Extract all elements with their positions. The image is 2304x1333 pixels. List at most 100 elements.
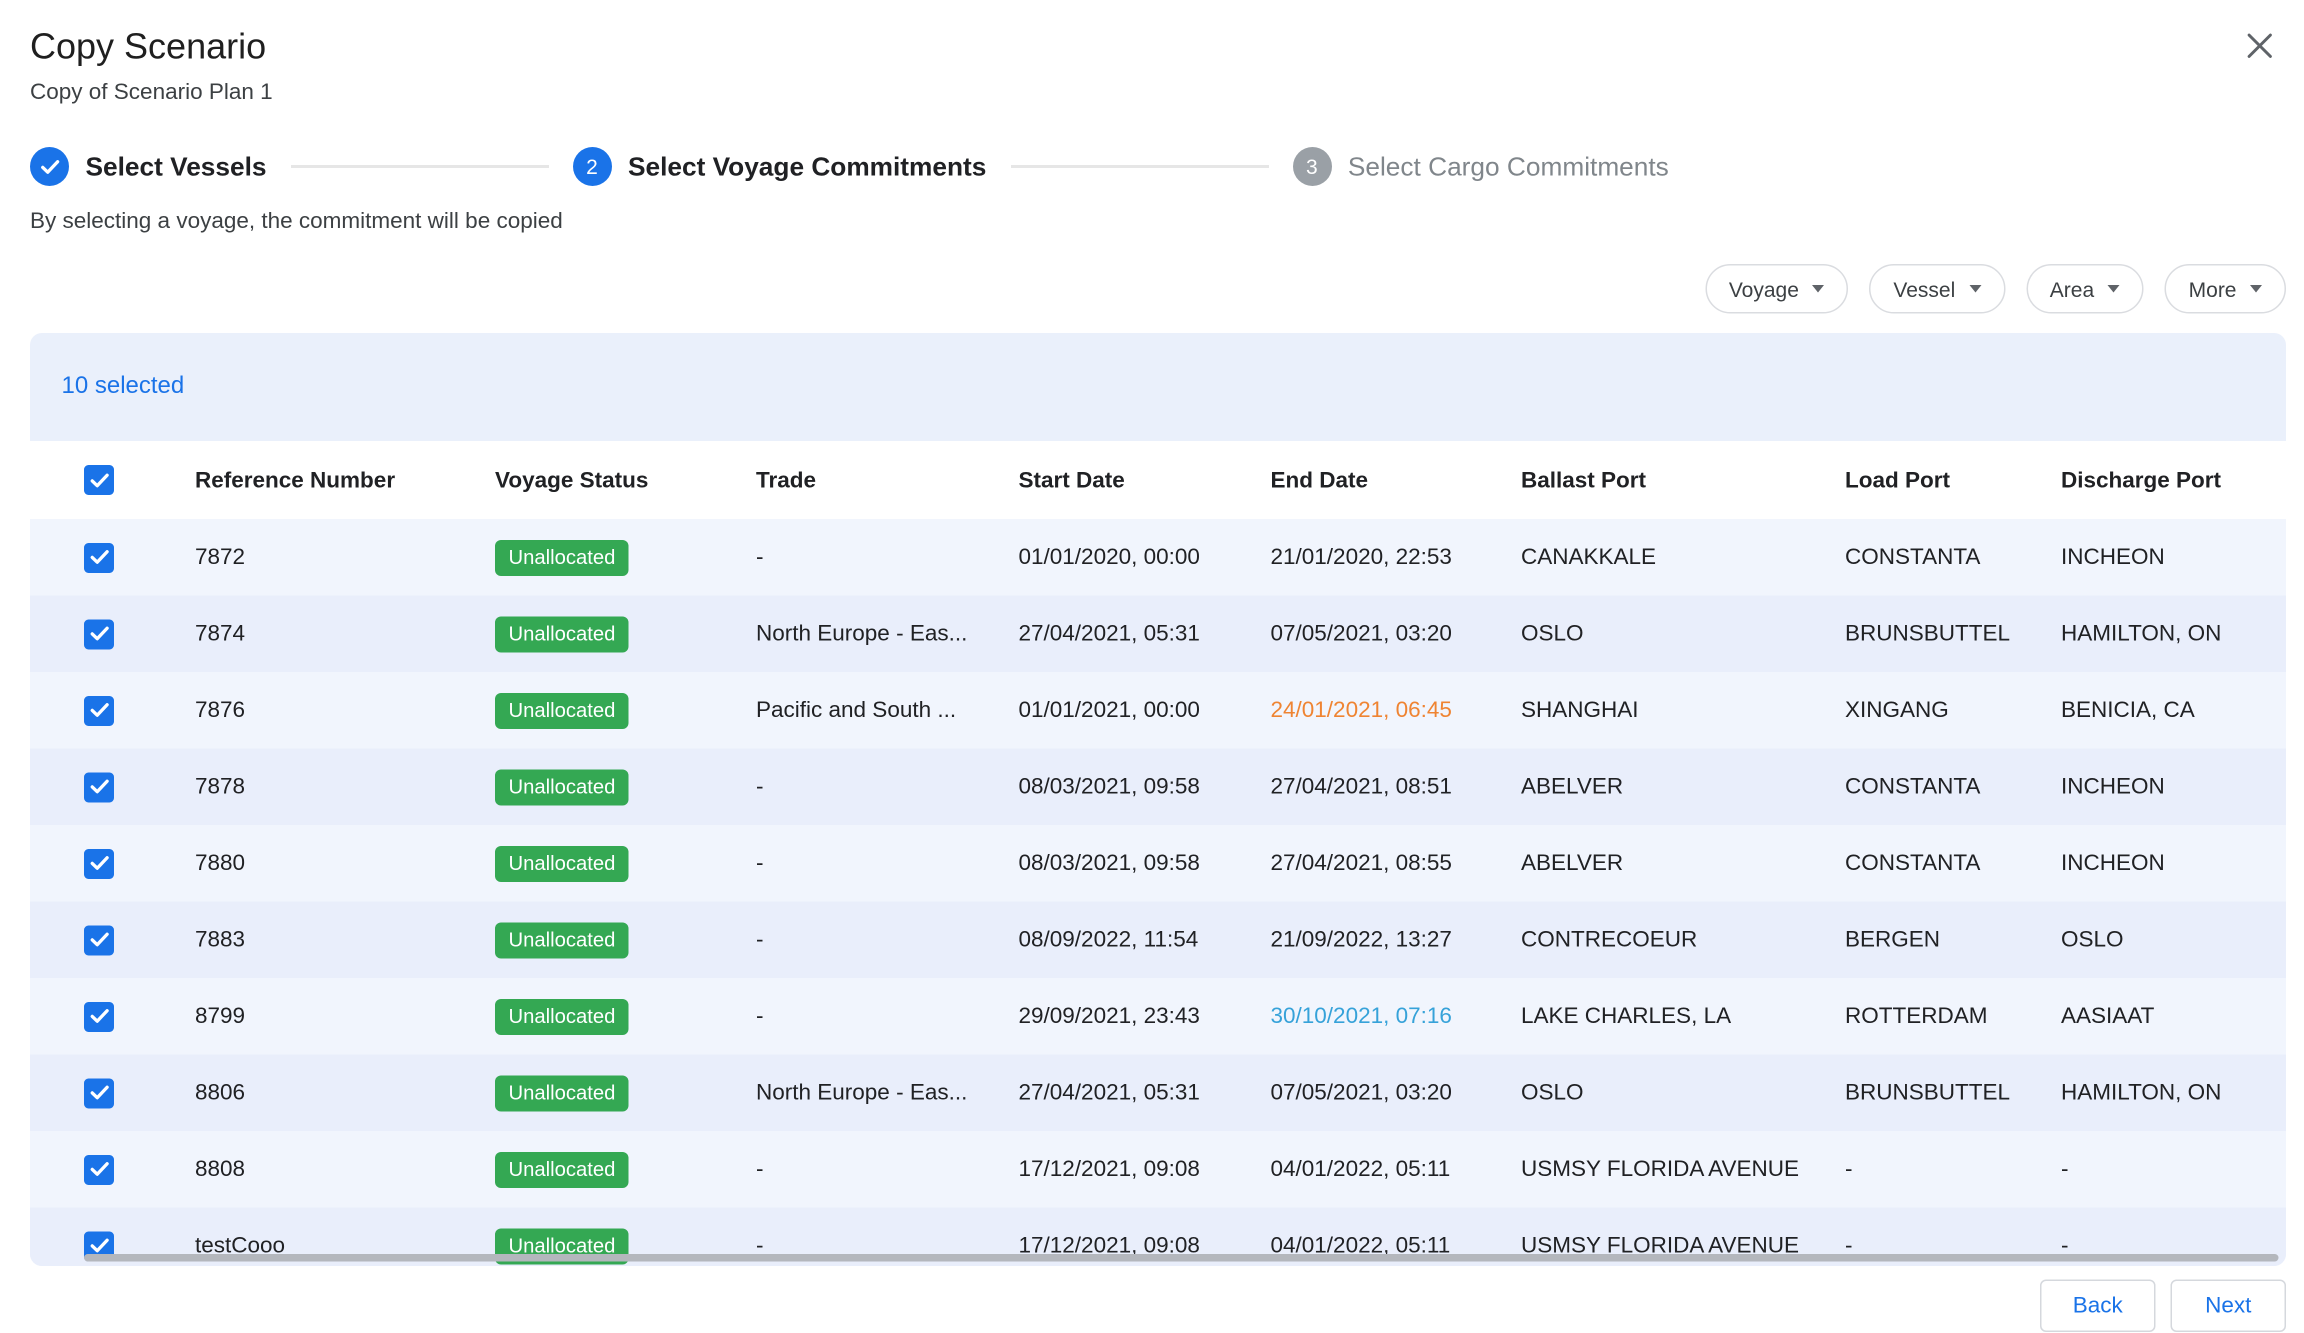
cell-reference-number: 7874 (195, 621, 495, 647)
cell-load-port: BRUNSBUTTEL (1845, 621, 2061, 647)
filter-vessel-button[interactable]: Vessel (1869, 264, 2004, 314)
step-select-voyage-commitments[interactable]: 2 Select Voyage Commitments (572, 147, 986, 186)
step-select-cargo-commitments[interactable]: 3 Select Cargo Commitments (1292, 147, 1668, 186)
filter-more-button[interactable]: More (2165, 264, 2286, 314)
filter-area-label: Area (2050, 277, 2094, 301)
column-header-discharge-port: Discharge Port (2061, 467, 2286, 493)
table-header-row: Reference Number Voyage Status Trade Sta… (30, 441, 2286, 519)
filter-more-label: More (2189, 277, 2237, 301)
filter-voyage-button[interactable]: Voyage (1705, 264, 1849, 314)
table-row[interactable]: 7876 Unallocated Pacific and South ... 0… (30, 672, 2286, 749)
status-badge: Unallocated (495, 998, 629, 1034)
cell-ballast-port: CANAKKALE (1521, 545, 1845, 571)
cell-ballast-port: ABELVER (1521, 851, 1845, 877)
chevron-down-icon (1812, 285, 1824, 293)
table-row[interactable]: 8808 Unallocated - 17/12/2021, 09:08 04/… (30, 1131, 2286, 1208)
step-select-vessels[interactable]: Select Vessels (30, 147, 266, 186)
column-header-ballast-port: Ballast Port (1521, 467, 1845, 493)
cell-end-date: 21/09/2022, 13:27 (1271, 927, 1522, 953)
row-checkbox[interactable] (84, 619, 114, 649)
cell-ballast-port: USMSY FLORIDA AVENUE (1521, 1157, 1845, 1183)
table-row[interactable]: 7880 Unallocated - 08/03/2021, 09:58 27/… (30, 825, 2286, 902)
row-checkbox[interactable] (84, 542, 114, 572)
column-header-load-port: Load Port (1845, 467, 2061, 493)
cell-trade: - (756, 1004, 1019, 1030)
selected-count: 10 selected (62, 374, 185, 401)
cell-end-date: 07/05/2021, 03:20 (1271, 1080, 1522, 1106)
cell-discharge-port: BENICIA, CA (2061, 698, 2286, 724)
status-badge: Unallocated (495, 539, 629, 575)
cell-trade: Pacific and South ... (756, 698, 1019, 724)
checkbox-check-icon (89, 932, 109, 949)
cell-ballast-port: SHANGHAI (1521, 698, 1845, 724)
cell-voyage-status: Unallocated (495, 998, 756, 1034)
cell-start-date: 17/12/2021, 09:08 (1019, 1157, 1271, 1183)
status-badge: Unallocated (495, 692, 629, 728)
cell-voyage-status: Unallocated (495, 922, 756, 958)
row-checkbox[interactable] (84, 695, 114, 725)
cell-voyage-status: Unallocated (495, 845, 756, 881)
select-all-checkbox[interactable] (84, 465, 114, 495)
checkbox-check-icon (89, 549, 109, 566)
horizontal-scrollbar[interactable] (84, 1254, 2279, 1262)
cell-trade: - (756, 927, 1019, 953)
filter-area-button[interactable]: Area (2026, 264, 2144, 314)
cell-voyage-status: Unallocated (495, 769, 756, 805)
table-row[interactable]: 7883 Unallocated - 08/09/2022, 11:54 21/… (30, 902, 2286, 979)
column-header-voyage-status: Voyage Status (495, 467, 756, 493)
cell-load-port: CONSTANTA (1845, 851, 2061, 877)
cell-voyage-status: Unallocated (495, 1075, 756, 1111)
cell-end-date: 27/04/2021, 08:51 (1271, 774, 1522, 800)
table-row[interactable]: 7872 Unallocated - 01/01/2020, 00:00 21/… (30, 519, 2286, 596)
row-checkbox[interactable] (84, 772, 114, 802)
checkbox-check-icon (89, 1085, 109, 1102)
step-label-select-vessels: Select Vessels (86, 151, 267, 183)
next-button[interactable]: Next (2171, 1280, 2287, 1333)
step-circle-3: 3 (1292, 147, 1331, 186)
checkbox-check-icon (89, 1161, 109, 1178)
stepper: Select Vessels 2 Select Voyage Commitmen… (0, 147, 2304, 186)
checkbox-check-icon (89, 702, 109, 719)
filter-vessel-label: Vessel (1893, 277, 1955, 301)
cell-voyage-status: Unallocated (495, 616, 756, 652)
cell-discharge-port: INCHEON (2061, 545, 2286, 571)
cell-reference-number: 7880 (195, 851, 495, 877)
step-connector (290, 165, 548, 168)
checkbox-check-icon (89, 626, 109, 643)
row-checkbox[interactable] (84, 1154, 114, 1184)
cell-end-date: 30/10/2021, 07:16 (1271, 1004, 1522, 1030)
cell-discharge-port: AASIAAT (2061, 1004, 2286, 1030)
checkbox-check-icon (89, 855, 109, 872)
step-description: By selecting a voyage, the commitment wi… (0, 209, 2304, 235)
status-badge: Unallocated (495, 922, 629, 958)
step-label-select-voyage-commitments: Select Voyage Commitments (628, 151, 986, 183)
cell-end-date: 04/01/2022, 05:11 (1271, 1157, 1522, 1183)
checkbox-check-icon (89, 1238, 109, 1255)
row-checkbox[interactable] (84, 925, 114, 955)
table-row[interactable]: 8799 Unallocated - 29/09/2021, 23:43 30/… (30, 978, 2286, 1055)
column-header-trade: Trade (756, 467, 1019, 493)
cell-reference-number: 7876 (195, 698, 495, 724)
close-icon (2245, 31, 2274, 60)
cell-load-port: ROTTERDAM (1845, 1004, 2061, 1030)
table-body: 7872 Unallocated - 01/01/2020, 00:00 21/… (30, 519, 2286, 1266)
close-button[interactable] (2238, 24, 2280, 66)
dialog-header: Copy Scenario Copy of Scenario Plan 1 (0, 0, 2304, 107)
dialog-title: Copy Scenario (30, 27, 2274, 69)
cell-discharge-port: OSLO (2061, 927, 2286, 953)
cell-load-port: CONSTANTA (1845, 774, 2061, 800)
row-checkbox[interactable] (84, 1001, 114, 1031)
row-checkbox[interactable] (84, 1078, 114, 1108)
table-row[interactable]: 8806 Unallocated North Europe - Eas... 2… (30, 1055, 2286, 1132)
cell-end-date: 21/01/2020, 22:53 (1271, 545, 1522, 571)
cell-reference-number: 8808 (195, 1157, 495, 1183)
status-badge: Unallocated (495, 1151, 629, 1187)
cell-ballast-port: OSLO (1521, 1080, 1845, 1106)
cell-end-date: 24/01/2021, 06:45 (1271, 698, 1522, 724)
table-row[interactable]: 7878 Unallocated - 08/03/2021, 09:58 27/… (30, 749, 2286, 826)
row-checkbox[interactable] (84, 848, 114, 878)
back-button[interactable]: Back (2040, 1280, 2156, 1333)
checkbox-check-icon (89, 472, 109, 489)
table-row[interactable]: 7874 Unallocated North Europe - Eas... 2… (30, 596, 2286, 673)
voyage-commitments-table-card: 10 selected Reference Number Voyage Stat… (30, 333, 2286, 1266)
